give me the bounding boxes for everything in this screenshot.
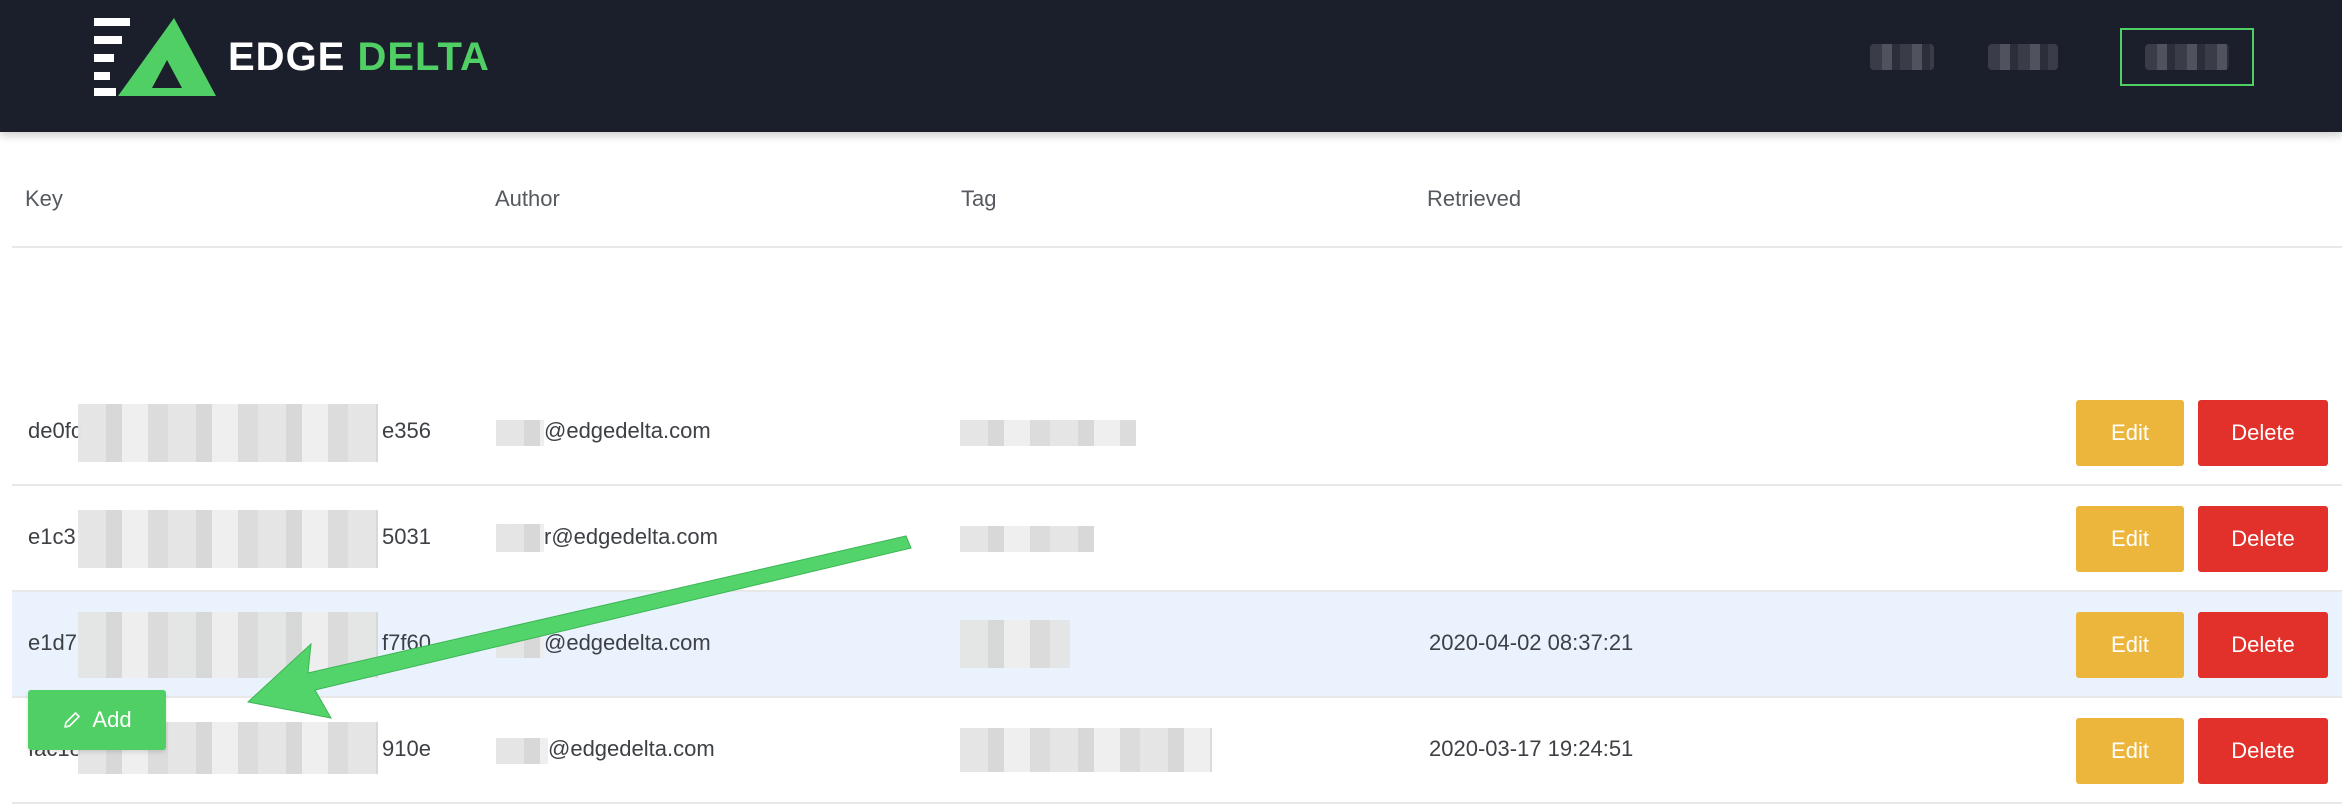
key-prefix: de0fc <box>28 418 82 443</box>
redacted-tag <box>960 728 1212 772</box>
nav-item-2[interactable] <box>1978 28 2068 86</box>
table-row: de0fc e356 @edgedelta.com Edit Delete <box>12 380 2342 486</box>
column-header-author: Author <box>495 186 560 211</box>
author-cell: @edgedelta.com <box>544 630 711 655</box>
redacted-author <box>496 420 544 446</box>
table-header: Key Author Tag Retrieved <box>12 132 2342 248</box>
redacted-key <box>78 510 378 568</box>
edge-delta-logo-icon[interactable] <box>94 18 222 98</box>
redacted-author <box>496 738 548 764</box>
author-cell: @edgedelta.com <box>544 418 711 443</box>
brand-word-edge: EDGE <box>228 35 346 79</box>
delete-button[interactable]: Delete <box>2198 506 2328 572</box>
retrieved-cell: 2020-03-17 19:24:51 <box>1429 736 1634 761</box>
key-suffix: f7f60 <box>382 630 431 655</box>
redacted-author <box>496 524 544 552</box>
key-suffix: 910e <box>382 736 431 761</box>
key-prefix: e1d7 <box>28 630 77 655</box>
author-cell: r@edgedelta.com <box>544 524 718 549</box>
edit-button[interactable]: Edit <box>2076 506 2184 572</box>
redacted-nav-label <box>2145 44 2229 70</box>
brand-word-delta: DELTA <box>357 35 490 79</box>
column-header-retrieved: Retrieved <box>1427 186 1522 211</box>
author-cell: @edgedelta.com <box>548 736 715 761</box>
nav-item-1[interactable] <box>1862 28 1942 86</box>
edit-button[interactable]: Edit <box>2076 718 2184 784</box>
edit-button[interactable]: Edit <box>2076 400 2184 466</box>
redacted-key <box>78 612 378 678</box>
top-navbar: EDGE DELTA <box>0 0 2342 132</box>
retrieved-cell: 2020-04-02 08:37:21 <box>1429 630 1634 655</box>
column-header-tag: Tag <box>961 186 997 211</box>
edit-button[interactable]: Edit <box>2076 612 2184 678</box>
redacted-tag <box>960 420 1136 446</box>
redacted-nav-label <box>1988 44 2058 70</box>
pencil-icon <box>64 712 81 728</box>
table-row: fac18 910e @edgedelta.com 2020-03-17 19:… <box>12 698 2342 804</box>
key-prefix: e1c3 <box>28 524 76 549</box>
delete-button[interactable]: Delete <box>2198 718 2328 784</box>
table-row-selected: e1d7 f7f60 @edgedelta.com 2020-04-02 08:… <box>12 592 2342 698</box>
redacted-tag <box>960 620 1070 668</box>
redacted-tag <box>960 526 1094 552</box>
key-suffix: 5031 <box>382 524 431 549</box>
add-button-label: Add <box>92 707 132 732</box>
redacted-nav-label <box>1870 44 1934 70</box>
redacted-author <box>496 632 544 658</box>
table-row: e1c3 5031 r@edgedelta.com Edit Delete <box>12 486 2342 592</box>
nav-item-account-button[interactable] <box>2120 28 2254 86</box>
column-header-key: Key <box>25 186 63 211</box>
redacted-key <box>78 404 378 462</box>
delete-button[interactable]: Delete <box>2198 612 2328 678</box>
key-suffix: e356 <box>382 418 431 443</box>
brand-name[interactable]: EDGE DELTA <box>228 32 490 82</box>
delete-button[interactable]: Delete <box>2198 400 2328 466</box>
add-button[interactable]: Add <box>28 690 166 750</box>
